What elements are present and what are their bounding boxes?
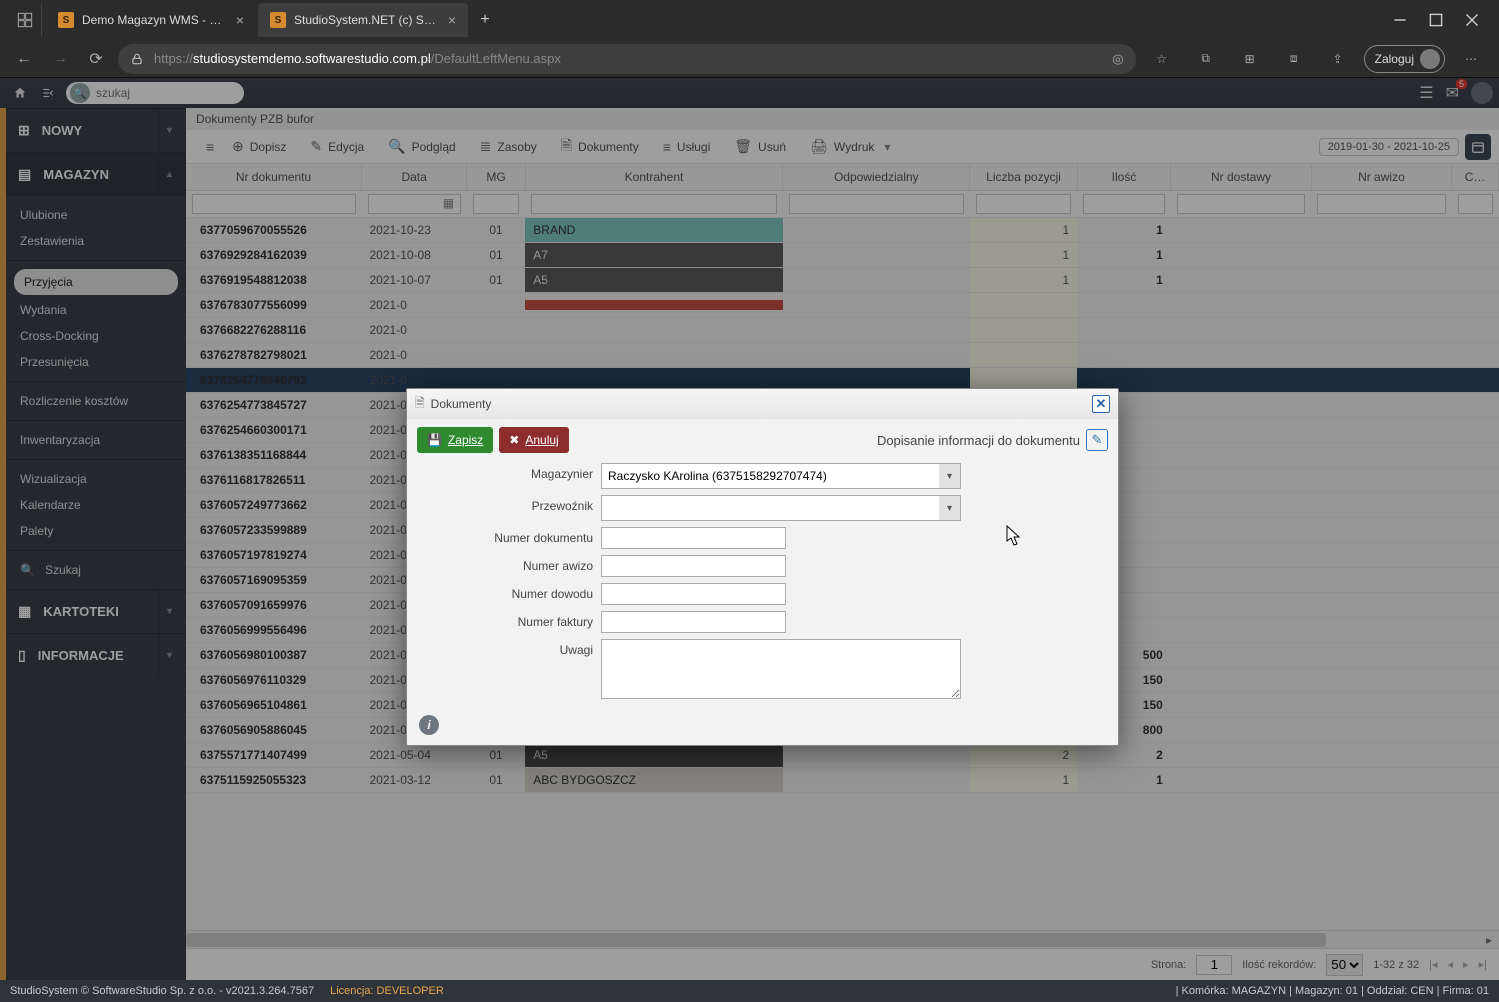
save-icon: 💾 [427,433,442,447]
close-icon: ✖ [509,433,519,447]
share-button[interactable]: ⇪ [1320,45,1356,73]
browser-titlebar: S Demo Magazyn WMS - Demo o… × S StudioS… [0,0,1499,40]
label-przewoznik: Przewoźnik [421,495,601,513]
reading-list-button[interactable]: ⧉ [1188,45,1224,73]
save-button[interactable]: 💾 Zapisz [417,427,493,453]
browser-addressbar: ← → ⟳ https://studiosystemdemo.softwares… [0,40,1499,78]
cancel-button[interactable]: ✖ Anuluj [499,427,568,453]
label-numer-dokumentu: Numer dokumentu [421,527,601,545]
close-icon[interactable]: × [236,12,244,28]
address-input[interactable]: https://studiosystemdemo.softwarestudio.… [118,44,1136,74]
dialog-subtitle: Dopisanie informacji do dokumentu [877,433,1080,448]
tab-title: Demo Magazyn WMS - Demo o… [82,13,230,27]
numer-dokumentu-input[interactable] [601,527,786,549]
numer-faktury-input[interactable] [601,611,786,633]
numer-dowodu-input[interactable] [601,583,786,605]
close-button[interactable] [1465,13,1479,27]
przewoznik-combo[interactable] [601,495,961,521]
close-icon[interactable]: × [448,12,456,28]
dialog-titlebar[interactable]: 🗎 Dokumenty ✕ [407,389,1118,419]
minimize-button[interactable] [1393,13,1407,27]
dialog-dokumenty: 🗎 Dokumenty ✕ 💾 Zapisz ✖ Anuluj Dopisani… [406,388,1119,746]
label-magazynier: Magazynier [421,463,601,481]
maximize-button[interactable] [1429,13,1443,27]
tab-title: StudioSystem.NET (c) SoftwareSt… [294,13,442,27]
tab-actions-button[interactable] [8,3,42,37]
combo-toggle[interactable]: ▾ [939,495,961,521]
statusbar: StudioSystem © SoftwareStudio Sp. z o.o.… [0,980,1499,1002]
back-button[interactable]: ← [10,45,38,73]
favorite-button[interactable]: ☆ [1144,45,1180,73]
avatar-icon [1420,49,1440,69]
edit-document-icon[interactable]: ✎ [1086,429,1108,451]
more-button[interactable]: ⋯ [1453,45,1489,73]
reload-button[interactable]: ⟳ [82,45,110,73]
forward-button[interactable]: → [46,45,74,73]
app: 🔍 ☰ ✉5 ⊞ NOWY ▾ ▤ MAGAZYN ▴ UlubioneZest… [0,78,1499,980]
collections-button[interactable]: ⊞ [1232,45,1268,73]
combo-toggle[interactable]: ▾ [939,463,961,489]
documents-icon: 🗎 [415,394,425,415]
browser-tab-0[interactable]: S Demo Magazyn WMS - Demo o… × [46,3,256,37]
info-icon[interactable]: i [419,715,439,735]
label-numer-faktury: Numer faktury [421,611,601,629]
browser-tab-1[interactable]: S StudioSystem.NET (c) SoftwareSt… × [258,3,468,37]
extensions-button[interactable]: ⧈ [1276,45,1312,73]
browser-login-button[interactable]: Zaloguj [1364,45,1445,73]
dialog-close-button[interactable]: ✕ [1092,395,1110,413]
site-info-icon[interactable]: ◎ [1112,51,1123,67]
magazynier-combo[interactable] [601,463,961,489]
lock-icon [130,52,144,66]
label-uwagi: Uwagi [421,639,601,657]
numer-awizo-input[interactable] [601,555,786,577]
window-controls [1393,13,1491,27]
new-tab-button[interactable]: + [470,11,500,29]
uwagi-textarea[interactable] [601,639,961,699]
label-numer-awizo: Numer awizo [421,555,601,573]
label-numer-dowodu: Numer dowodu [421,583,601,601]
